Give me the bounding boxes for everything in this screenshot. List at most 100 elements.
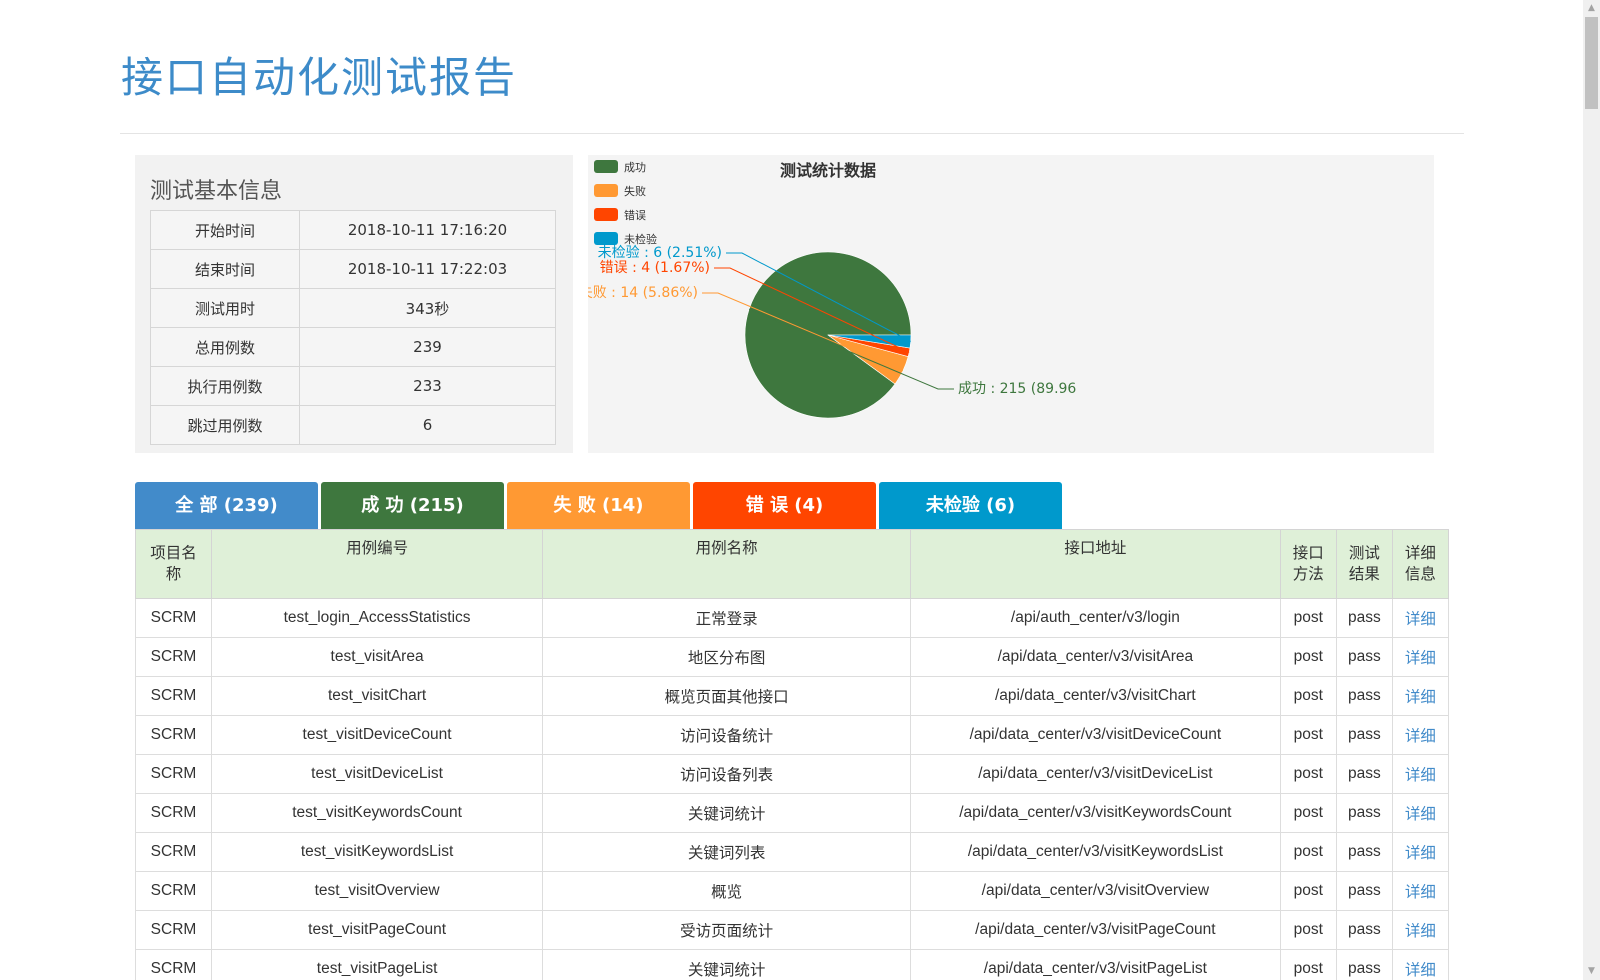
- column-header-method: 接口方法: [1279, 529, 1337, 599]
- detail-link[interactable]: 详细: [1405, 884, 1436, 901]
- column-header-label: 项目名称: [150, 545, 197, 583]
- cell-case-id: test_visitPageCount: [210, 910, 544, 950]
- cell-result: pass: [1335, 949, 1393, 980]
- cell-case-name: 关键词统计: [542, 949, 911, 980]
- pie-label-error: 错误 : 4 (1.67%): [600, 260, 710, 276]
- tab-fail[interactable]: 失 败 (14): [507, 482, 690, 529]
- detail-link[interactable]: 详细: [1405, 845, 1436, 862]
- cell-detail: 详细: [1391, 832, 1450, 872]
- cell-case-id: test_visitDeviceCount: [210, 715, 544, 755]
- cell-project: SCRM: [135, 949, 212, 980]
- scroll-up-arrow-icon[interactable]: ▲: [1583, 0, 1600, 17]
- column-header-url: 接口地址: [910, 529, 1281, 599]
- info-row-total-cases: 总用例数 239: [150, 327, 556, 367]
- cell-detail: 详细: [1391, 871, 1450, 911]
- cell-method: post: [1279, 949, 1337, 980]
- table-header-row: 项目名称 用例编号 用例名称 接口地址 接口方法 测试结果 详细信息: [135, 529, 1450, 599]
- cell-case-id: test_visitKeywordsCount: [210, 793, 544, 833]
- legend-swatch: [594, 160, 618, 173]
- detail-link[interactable]: 详细: [1405, 650, 1436, 667]
- legend-label: 错误: [624, 208, 646, 222]
- cell-detail: 详细: [1391, 598, 1450, 638]
- cell-case-id: test_visitArea: [210, 637, 544, 677]
- cell-method: post: [1279, 910, 1337, 950]
- legend-item-fail[interactable]: 失败: [594, 184, 646, 198]
- column-header-label: 详细信息: [1404, 545, 1436, 583]
- cell-case-name: 正常登录: [542, 598, 911, 638]
- cell-project: SCRM: [135, 676, 212, 716]
- cell-method: post: [1279, 754, 1337, 794]
- cell-detail: 详细: [1391, 754, 1450, 794]
- cell-result: pass: [1335, 910, 1393, 950]
- basic-info-heading: 测试基本信息: [150, 179, 283, 204]
- info-label: 跳过用例数: [150, 405, 300, 445]
- legend-item-error[interactable]: 错误: [594, 208, 646, 222]
- cell-case-name: 访问设备列表: [542, 754, 911, 794]
- legend-item-unverified[interactable]: 未检验: [594, 232, 657, 246]
- column-header-project: 项目名称: [135, 529, 212, 599]
- cell-project: SCRM: [135, 910, 212, 950]
- legend-label: 成功: [624, 161, 646, 174]
- legend-swatch: [594, 208, 618, 221]
- cell-case-name: 概览: [542, 871, 911, 911]
- cell-project: SCRM: [135, 793, 212, 833]
- cell-case-id: test_visitDeviceList: [210, 754, 544, 794]
- cell-case-id: test_login_AccessStatistics: [210, 598, 544, 638]
- cell-project: SCRM: [135, 871, 212, 911]
- cell-result: pass: [1335, 754, 1393, 794]
- legend-item-success[interactable]: 成功: [594, 160, 646, 174]
- table-row: SCRM test_visitDeviceCount 访问设备统计 /api/d…: [135, 715, 1450, 755]
- cell-url: /api/data_center/v3/visitDeviceCount: [910, 715, 1281, 755]
- cell-case-id: test_visitChart: [210, 676, 544, 716]
- cell-result: pass: [1335, 793, 1393, 833]
- cell-method: post: [1279, 676, 1337, 716]
- detail-link[interactable]: 详细: [1405, 611, 1436, 628]
- info-row-executed-cases: 执行用例数 233: [150, 366, 556, 406]
- scroll-down-arrow-icon[interactable]: ▼: [1583, 963, 1600, 980]
- cell-project: SCRM: [135, 637, 212, 677]
- detail-link[interactable]: 详细: [1405, 923, 1436, 940]
- basic-info-panel: 测试基本信息 开始时间 2018-10-11 17:16:20 结束时间 201…: [135, 155, 573, 453]
- table-row: SCRM test_visitOverview 概览 /api/data_cen…: [135, 871, 1450, 911]
- cell-url: /api/data_center/v3/visitKeywordsCount: [910, 793, 1281, 833]
- basic-info-table: 开始时间 2018-10-11 17:16:20 结束时间 2018-10-11…: [150, 210, 556, 445]
- cell-project: SCRM: [135, 832, 212, 872]
- info-value: 343秒: [299, 288, 556, 328]
- legend-swatch: [594, 184, 618, 197]
- info-value: 6: [299, 405, 556, 445]
- detail-link[interactable]: 详细: [1405, 806, 1436, 823]
- column-header-case-name: 用例名称: [542, 529, 911, 599]
- cell-url: /api/data_center/v3/visitPageCount: [910, 910, 1281, 950]
- detail-link[interactable]: 详细: [1405, 689, 1436, 706]
- tab-pass[interactable]: 成 功 (215): [321, 482, 504, 529]
- chart-title: 测试统计数据: [780, 161, 876, 180]
- info-row-skipped-cases: 跳过用例数 6: [150, 405, 556, 445]
- vertical-scrollbar[interactable]: ▲ ▼: [1583, 0, 1600, 980]
- cell-case-name: 受访页面统计: [542, 910, 911, 950]
- table-row: SCRM test_visitPageList 关键词统计 /api/data_…: [135, 949, 1450, 980]
- info-value: 2018-10-11 17:16:20: [299, 210, 556, 250]
- detail-link[interactable]: 详细: [1405, 728, 1436, 745]
- detail-link[interactable]: 详细: [1405, 767, 1436, 784]
- table-row: SCRM test_login_AccessStatistics 正常登录 /a…: [135, 598, 1450, 638]
- scrollbar-thumb[interactable]: [1585, 17, 1598, 109]
- pie-label-fail: 失败 : 14 (5.86%): [588, 285, 698, 301]
- cell-url: /api/data_center/v3/visitOverview: [910, 871, 1281, 911]
- cell-url: /api/data_center/v3/visitChart: [910, 676, 1281, 716]
- cell-result: pass: [1335, 832, 1393, 872]
- detail-link[interactable]: 详细: [1405, 962, 1436, 979]
- info-row-duration: 测试用时 343秒: [150, 288, 556, 328]
- tab-error[interactable]: 错 误 (4): [693, 482, 876, 529]
- cell-method: post: [1279, 715, 1337, 755]
- cell-result: pass: [1335, 598, 1393, 638]
- statistics-pie-chart: 测试统计数据 成功失败错误未检验 成功 : 215 (89.96 失败 : 14 …: [588, 160, 1076, 419]
- pie-label-unverified: 未检验 : 6 (2.51%): [598, 245, 722, 261]
- cell-url: /api/data_center/v3/visitDeviceList: [910, 754, 1281, 794]
- table-row: SCRM test_visitKeywordsList 关键词列表 /api/d…: [135, 832, 1450, 872]
- tab-all[interactable]: 全 部 (239): [135, 482, 318, 529]
- info-label: 开始时间: [150, 210, 300, 250]
- tab-unverified[interactable]: 未检验 (6): [879, 482, 1062, 529]
- info-label: 总用例数: [150, 327, 300, 367]
- table-row: SCRM test_visitPageCount 受访页面统计 /api/dat…: [135, 910, 1450, 950]
- pie-label-success: 成功 : 215 (89.96: [958, 381, 1076, 397]
